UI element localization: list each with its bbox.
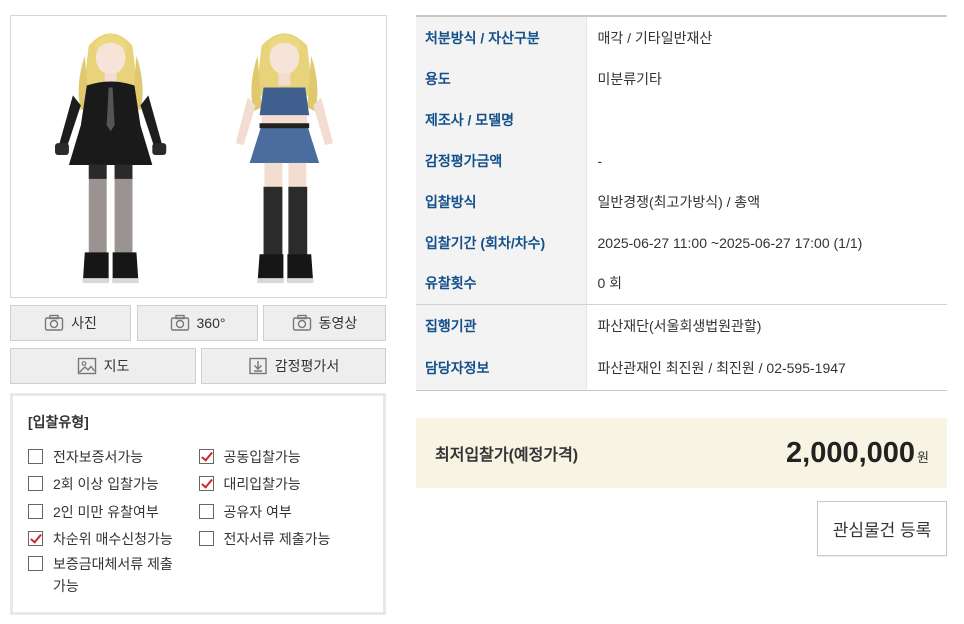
info-row-disposal: 처분방식 / 자산구분 매각 / 기타일반재산 — [416, 17, 947, 58]
info-row-manufacturer: 제조사 / 모델명 — [416, 99, 947, 140]
view360-button[interactable]: 360° — [137, 305, 258, 341]
bid-option-joint-bid[interactable]: 공동입찰가능 — [198, 448, 370, 466]
view360-button-label: 360° — [196, 315, 226, 331]
download-icon — [248, 357, 268, 375]
figure-black-outfit — [55, 33, 167, 284]
checkbox[interactable] — [198, 448, 214, 464]
option-label: 공동입찰가능 — [223, 448, 301, 465]
camera-icon — [44, 314, 64, 332]
info-row-appraisal: 감정평가금액 - — [416, 140, 947, 181]
checkbox[interactable] — [198, 531, 214, 547]
price-amount: 2,000,000 — [786, 436, 916, 469]
checkbox[interactable] — [28, 448, 43, 464]
character-figures-image — [55, 33, 334, 284]
appraisal-report-button[interactable]: 감정평가서 — [201, 348, 386, 384]
info-row-fail-count: 유찰횟수 0 회 — [416, 263, 947, 305]
info-row-bid-period: 입찰기간 (회차/차수) 2025-06-27 11:00 ~2025-06-2… — [416, 222, 947, 263]
checkbox[interactable] — [28, 476, 43, 492]
bid-option-deposit-substitute[interactable]: 보증금대체서류 제출가능 — [28, 555, 183, 597]
price-label: 최저입찰가(예정가격) — [435, 447, 579, 464]
info-label: 입찰방식 — [416, 181, 586, 222]
bid-option-electronic-guarantee[interactable]: 전자보증서가능 — [28, 448, 199, 466]
bid-option-co-owner[interactable]: 공유자 여부 — [198, 503, 370, 521]
add-favorite-button[interactable]: 관심물건 등록 — [817, 501, 947, 556]
option-label: 차순위 매수신청가능 — [53, 531, 173, 548]
info-label: 담당자정보 — [416, 347, 586, 391]
info-value: 매각 / 기타일반재산 — [585, 17, 947, 58]
checkbox[interactable] — [28, 531, 43, 547]
info-label: 집행기관 — [416, 304, 586, 347]
info-value: 파산관재인 최진원 / 최진원 / 02-595-1947 — [585, 347, 947, 391]
photo-button[interactable]: 사진 — [10, 305, 131, 341]
bid-option-electronic-docs[interactable]: 전자서류 제출가능 — [198, 530, 370, 548]
appraisal-report-button-label: 감정평가서 — [274, 358, 340, 374]
info-label: 입찰기간 (회차/차수) — [416, 222, 586, 263]
info-label: 유찰횟수 — [416, 263, 586, 305]
option-label: 2회 이상 입찰가능 — [53, 476, 159, 493]
info-value: 2025-06-27 11:00 ~2025-06-27 17:00 (1/1) — [585, 222, 947, 263]
bid-option-under-two-fail[interactable]: 2인 미만 유찰여부 — [28, 503, 199, 521]
info-label: 용도 — [416, 58, 586, 99]
info-value: 0 회 — [585, 263, 947, 305]
bid-type-row: 2회 이상 입찰가능 대리입찰가능 — [28, 471, 369, 499]
checkbox[interactable] — [198, 476, 214, 492]
item-info-table: 처분방식 / 자산구분 매각 / 기타일반재산 용도 미분류기타 제조사 / 모… — [416, 15, 947, 391]
info-value: - — [585, 140, 947, 181]
checkbox[interactable] — [198, 503, 214, 519]
map-button[interactable]: 지도 — [10, 348, 196, 384]
price-value: 2,000,000 원 — [786, 437, 929, 470]
info-label: 제조사 / 모델명 — [416, 99, 586, 140]
bid-type-row: 보증금대체서류 제출가능 — [28, 555, 369, 601]
bid-option-second-purchase[interactable]: 차순위 매수신청가능 — [28, 530, 199, 548]
bid-type-row: 2인 미만 유찰여부 공유자 여부 — [28, 498, 369, 526]
bid-type-row: 차순위 매수신청가능 전자서류 제출가능 — [28, 526, 369, 554]
option-label: 전자보증서가능 — [53, 448, 144, 465]
bid-option-multiple-bids[interactable]: 2회 이상 입찰가능 — [28, 475, 199, 493]
bid-type-panel: [입찰유형] 전자보증서가능 공동입찰가능 2회 이상 입찰가능 대리입찰가능 … — [10, 393, 386, 615]
info-value: 일반경쟁(최고가방식) / 총액 — [585, 181, 947, 222]
bid-type-title: [입찰유형] — [28, 414, 89, 430]
info-row-bid-method: 입찰방식 일반경쟁(최고가방식) / 총액 — [416, 181, 947, 222]
option-label: 2인 미만 유찰여부 — [53, 503, 159, 520]
video-button-label: 동영상 — [318, 315, 358, 331]
option-label: 대리입찰가능 — [223, 476, 301, 493]
info-value: 미분류기타 — [585, 58, 947, 99]
figure-denim-outfit — [235, 33, 334, 284]
info-row-agency: 집행기관 파산재단(서울회생법원관할) — [416, 304, 947, 347]
info-value: 파산재단(서울회생법원관할) — [585, 304, 947, 347]
checkbox[interactable] — [28, 556, 43, 571]
option-label: 보증금대체서류 제출가능 — [53, 556, 173, 594]
item-photo[interactable] — [10, 15, 387, 298]
minimum-bid-price-box: 최저입찰가(예정가격) 2,000,000 원 — [416, 418, 947, 488]
option-label: 공유자 여부 — [223, 503, 292, 520]
info-label: 처분방식 / 자산구분 — [416, 17, 586, 58]
image-icon — [77, 357, 97, 375]
camera-icon — [292, 314, 312, 332]
bid-type-row: 전자보증서가능 공동입찰가능 — [28, 443, 369, 471]
map-button-label: 지도 — [103, 358, 130, 374]
info-value — [585, 99, 947, 140]
price-unit: 원 — [917, 449, 929, 465]
info-row-usage: 용도 미분류기타 — [416, 58, 947, 99]
info-row-contact: 담당자정보 파산관재인 최진원 / 최진원 / 02-595-1947 — [416, 347, 947, 391]
checkbox[interactable] — [28, 503, 43, 519]
info-label: 감정평가금액 — [416, 140, 586, 181]
video-button[interactable]: 동영상 — [263, 305, 386, 341]
photo-button-label: 사진 — [71, 315, 97, 331]
camera-icon — [170, 314, 190, 332]
bid-option-proxy-bid[interactable]: 대리입찰가능 — [198, 475, 370, 493]
option-label: 전자서류 제출가능 — [223, 531, 331, 548]
